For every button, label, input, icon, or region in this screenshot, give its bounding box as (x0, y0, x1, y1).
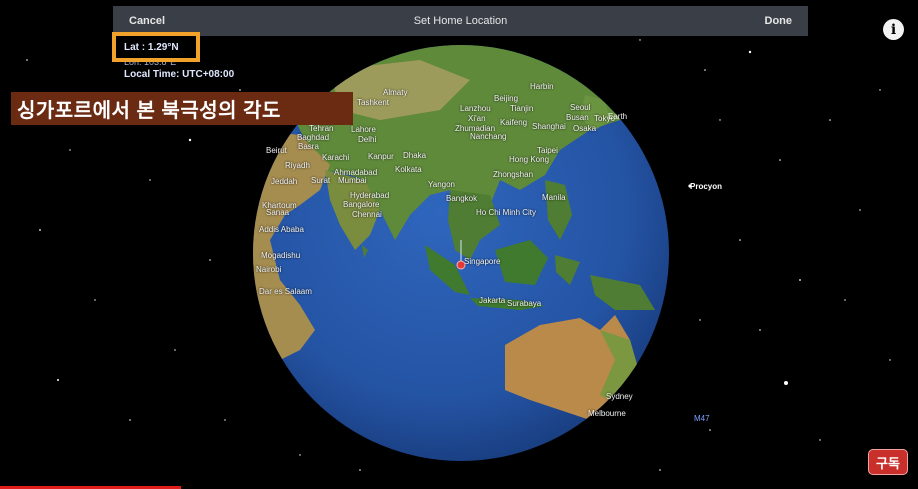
city-label: Yangon (428, 180, 455, 189)
city-label: Sydney (606, 392, 633, 401)
m47-label[interactable]: M47 (694, 414, 710, 423)
city-label: Tashkent (357, 98, 390, 107)
city-label: Bangalore (343, 200, 380, 209)
procyon-label[interactable]: Procyon (690, 182, 722, 191)
city-label: Dar es Salaam (259, 287, 312, 296)
city-label: Zhongshan (493, 170, 534, 179)
city-label: Mogadishu (261, 251, 301, 260)
city-label: Sanaa (266, 208, 290, 217)
city-label: Mumbai (338, 176, 367, 185)
city-label: Chennai (352, 210, 382, 219)
city-label: Ho Chi Minh City (476, 208, 537, 217)
city-label: Nairobi (256, 265, 282, 274)
city-label: Hong Kong (509, 155, 550, 164)
subscribe-logo[interactable]: 구독 (868, 449, 908, 475)
latitude-readout: Lat : 1.29°N (112, 32, 200, 62)
city-label: Delhi (358, 135, 377, 144)
city-label: Karachi (322, 153, 350, 162)
city-label: Osaka (573, 124, 597, 133)
city-label: Surabaya (507, 299, 542, 308)
city-label: Jakarta (479, 296, 506, 305)
caption-text: 싱가포르에서 본 북극성의 각도 (17, 100, 281, 122)
city-label-singapore: Singapore (464, 257, 501, 266)
city-label: Kaifeng (500, 118, 528, 127)
done-button[interactable]: Done (765, 15, 793, 27)
city-label: Busan (566, 113, 589, 122)
city-label: Surat (311, 176, 331, 185)
city-label: Beijing (494, 94, 519, 103)
city-label: Nanchang (470, 132, 507, 141)
city-label: Tianjin (510, 104, 534, 113)
city-label: Baghdad (297, 133, 330, 142)
city-label: Harbin (530, 82, 554, 91)
city-label: Bangkok (446, 194, 478, 203)
city-label: Shanghai (532, 122, 566, 131)
city-label: Lanzhou (460, 104, 491, 113)
earth-label: Earth (608, 112, 628, 121)
city-label: Lahore (351, 125, 376, 134)
city-label: Kolkata (395, 165, 422, 174)
top-navigation-bar: Cancel Set Home Location Done (113, 6, 808, 36)
city-label: Taipei (537, 146, 558, 155)
local-time-readout: Local Time: UTC+08:00 (124, 69, 235, 80)
city-label: Melbourne (588, 409, 626, 418)
city-label: Tehran (309, 124, 334, 133)
info-icon[interactable]: i (883, 19, 904, 40)
city-label: Addis Ababa (259, 225, 304, 234)
city-label: Riyadh (285, 161, 310, 170)
city-label: Xi'an (468, 114, 486, 123)
city-label: Basra (298, 142, 319, 151)
page-title: Set Home Location (413, 15, 508, 27)
cancel-button[interactable]: Cancel (129, 15, 165, 27)
city-label: Beirut (266, 146, 287, 155)
city-label: Almaty (383, 88, 408, 97)
city-label: Dhaka (403, 151, 427, 160)
city-label: Manila (542, 193, 566, 202)
latitude-value: Lat : 1.29°N (124, 41, 179, 53)
city-label: Hyderabad (350, 191, 390, 200)
logo-text: 구독 (876, 455, 900, 471)
video-caption: 싱가포르에서 본 북극성의 각도 (11, 92, 353, 125)
city-label: Jeddah (271, 177, 298, 186)
city-label: Seoul (570, 103, 591, 112)
city-label: Kanpur (368, 152, 394, 161)
